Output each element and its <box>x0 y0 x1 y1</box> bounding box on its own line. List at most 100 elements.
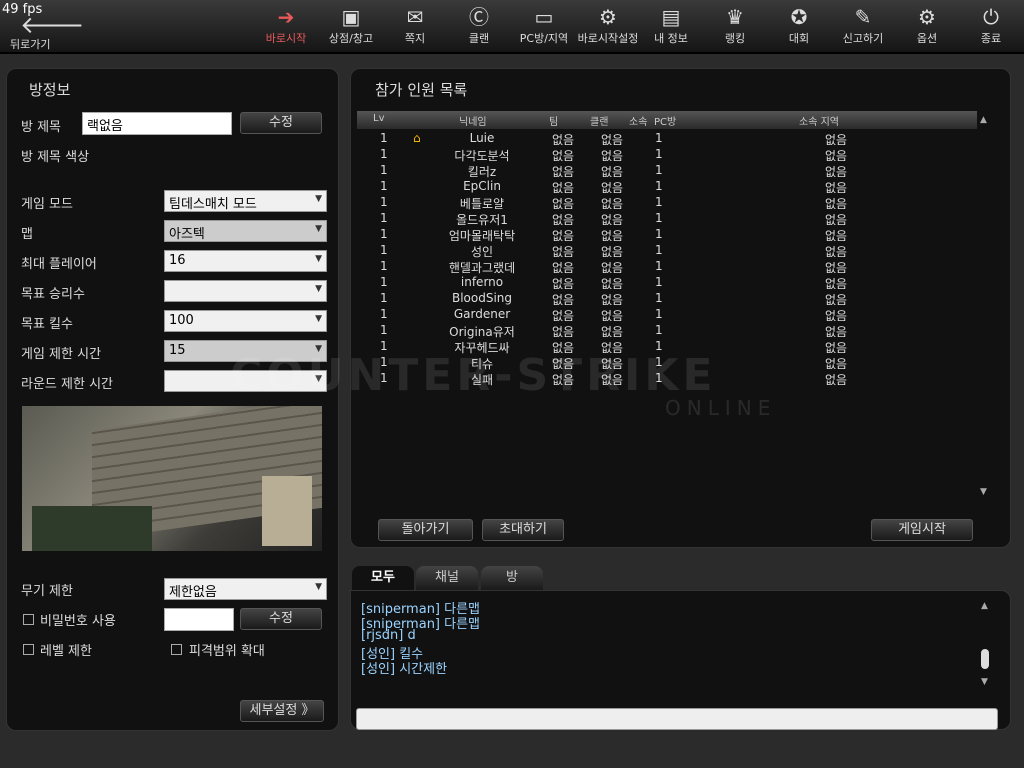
player-team: 없음 <box>552 149 575 163</box>
player-team: 없음 <box>552 133 575 147</box>
map-select[interactable]: 아즈텍 ▼ <box>164 220 327 242</box>
max-players-select[interactable]: 16 ▼ <box>164 250 327 272</box>
target-kills-select[interactable]: 100 ▼ <box>164 310 327 332</box>
player-pc-room: 1 <box>655 147 663 161</box>
hitbox-checkbox[interactable] <box>171 644 182 655</box>
player-nickname: 다각도분석 <box>454 149 510 163</box>
tab-channel[interactable]: 채널 <box>416 566 478 590</box>
player-region: 없음 <box>825 197 848 211</box>
chat-scroll-up-icon[interactable]: ▲ <box>981 601 988 611</box>
profile-card-icon: ▤ <box>661 5 681 29</box>
nav-label: 대회 <box>788 32 810 45</box>
player-row[interactable]: 1 EpClin 없음 없음 1 없음 <box>357 179 977 195</box>
player-level: 1 <box>380 291 388 305</box>
nav-clan[interactable]: Ⓒ 클랜 <box>444 4 514 50</box>
nav-report[interactable]: ✎ 신고하기 <box>828 4 898 50</box>
player-nickname: 베틀로얄 <box>459 197 505 211</box>
player-region: 없음 <box>825 277 848 291</box>
header-team: 팀 <box>549 117 559 128</box>
room-color-label: 방 제목 색상 <box>21 150 90 165</box>
password-checkbox[interactable] <box>23 614 34 625</box>
player-pc-room: 1 <box>655 163 663 177</box>
setting-label: 목표 승리수 <box>21 287 85 302</box>
player-region: 없음 <box>825 165 848 179</box>
invite-button[interactable]: 초대하기 <box>482 519 564 541</box>
nav-quickstart[interactable]: ➔ 바로시작 <box>251 4 321 50</box>
player-row[interactable]: 1 킬러z 없음 없음 1 없음 <box>357 163 977 179</box>
player-team: 없음 <box>552 213 575 227</box>
player-row[interactable]: 1 핸델과그랬데 없음 없음 1 없음 <box>357 259 977 275</box>
start-game-button[interactable]: 게임시작 <box>871 519 973 541</box>
player-team: 없음 <box>552 309 575 323</box>
chat-scrollbar-thumb[interactable] <box>981 649 989 669</box>
player-row[interactable]: 1 Gardener 없음 없음 1 없음 <box>357 307 977 323</box>
player-row[interactable]: 1 성인 없음 없음 1 없음 <box>357 243 977 259</box>
room-name-edit-button[interactable]: 수정 <box>240 112 322 134</box>
game-mode-select[interactable]: 팀데스매치 모드 ▼ <box>164 190 327 212</box>
nav-options[interactable]: ⚙ 옵션 <box>892 4 962 50</box>
player-row[interactable]: 1 inferno 없음 없음 1 없음 <box>357 275 977 291</box>
player-nickname: 성인 <box>470 245 494 259</box>
player-row[interactable]: 1 Luie 없음 없음 1 없음 ⌂ <box>357 131 977 147</box>
list-scroll-up-icon[interactable]: ▲ <box>980 115 987 125</box>
pc-room-icon: ▭ <box>534 5 554 29</box>
setting-label: 목표 킬수 <box>21 317 73 332</box>
player-clan: 없음 <box>601 165 624 179</box>
chevron-down-icon: ▼ <box>315 582 322 592</box>
chat-input[interactable] <box>356 708 998 730</box>
player-pc-room: 1 <box>655 307 663 321</box>
player-nickname: 킬러z <box>467 165 497 179</box>
player-clan: 없음 <box>601 197 624 211</box>
nav-shop[interactable]: ▣ 상점/창고 <box>316 4 386 50</box>
player-row[interactable]: 1 Origina유저 없음 없음 1 없음 <box>357 323 977 339</box>
game-logo-watermark: COUNTER-STRIKE <box>230 350 717 401</box>
player-nickname: Origina유저 <box>449 325 515 339</box>
room-name-input[interactable]: 랙없음 <box>82 112 232 135</box>
gear-icon: ⚙ <box>918 5 936 29</box>
password-edit-button[interactable]: 수정 <box>240 608 322 630</box>
target-wins-select[interactable]: ▼ <box>164 280 327 302</box>
detail-settings-button[interactable]: 세부설정 》 <box>240 700 324 722</box>
back-to-lobby-button[interactable]: 돌아가기 <box>378 519 473 541</box>
nav-pc-room[interactable]: ▭ PC방/지역 <box>509 4 579 50</box>
nav-tournament[interactable]: ✪ 대회 <box>764 4 834 50</box>
player-row[interactable]: 1 BloodSing 없음 없음 1 없음 <box>357 291 977 307</box>
weapon-limit-label: 무기 제한 <box>21 584 73 599</box>
password-input[interactable] <box>164 608 234 631</box>
nav-ranking[interactable]: ♛ 랭킹 <box>700 4 770 50</box>
player-row[interactable]: 1 다각도분석 없음 없음 1 없음 <box>357 147 977 163</box>
nav-label: 종료 <box>980 32 1002 45</box>
player-pc-room: 1 <box>655 323 663 337</box>
nav-exit[interactable]: ⏻ 종료 <box>956 4 1024 50</box>
level-limit-checkbox[interactable] <box>23 644 34 655</box>
player-region: 없음 <box>825 325 848 339</box>
chat-scroll-down-icon[interactable]: ▼ <box>981 677 988 687</box>
player-clan: 없음 <box>601 149 624 163</box>
room-name-label: 방 제목 <box>21 120 62 135</box>
player-region: 없음 <box>825 341 848 355</box>
player-region: 없음 <box>825 261 848 275</box>
player-clan: 없음 <box>601 213 624 227</box>
player-level: 1 <box>380 131 388 145</box>
report-icon: ✎ <box>854 5 872 29</box>
mail-icon: ✉ <box>406 5 424 29</box>
player-clan: 없음 <box>601 293 624 307</box>
weapon-limit-select[interactable]: 제한없음 ▼ <box>164 578 327 600</box>
tab-room[interactable]: 방 <box>481 566 543 590</box>
tab-all[interactable]: 모두 <box>352 566 414 590</box>
clan-icon: Ⓒ <box>469 5 489 29</box>
trophy-icon: ♛ <box>726 5 744 29</box>
player-level: 1 <box>380 323 388 337</box>
player-row[interactable]: 1 올드유저1 없음 없음 1 없음 <box>357 211 977 227</box>
player-row[interactable]: 1 베틀로얄 없음 없음 1 없음 <box>357 195 977 211</box>
player-level: 1 <box>380 211 388 225</box>
header-clan: 클랜 <box>590 117 609 128</box>
player-row[interactable]: 1 엄마몰래탁탁 없음 없음 1 없음 <box>357 227 977 243</box>
chat-line: [성인] 시간제한 <box>361 662 448 677</box>
player-level: 1 <box>380 179 388 193</box>
nav-quickstart-settings[interactable]: ⚙ 바로시작설정 <box>573 4 643 50</box>
select-value: 제한없음 <box>169 585 217 600</box>
nav-profile[interactable]: ▤ 내 정보 <box>636 4 706 50</box>
list-scroll-down-icon[interactable]: ▼ <box>980 487 987 497</box>
nav-mail[interactable]: ✉ 쪽지 <box>380 4 450 50</box>
